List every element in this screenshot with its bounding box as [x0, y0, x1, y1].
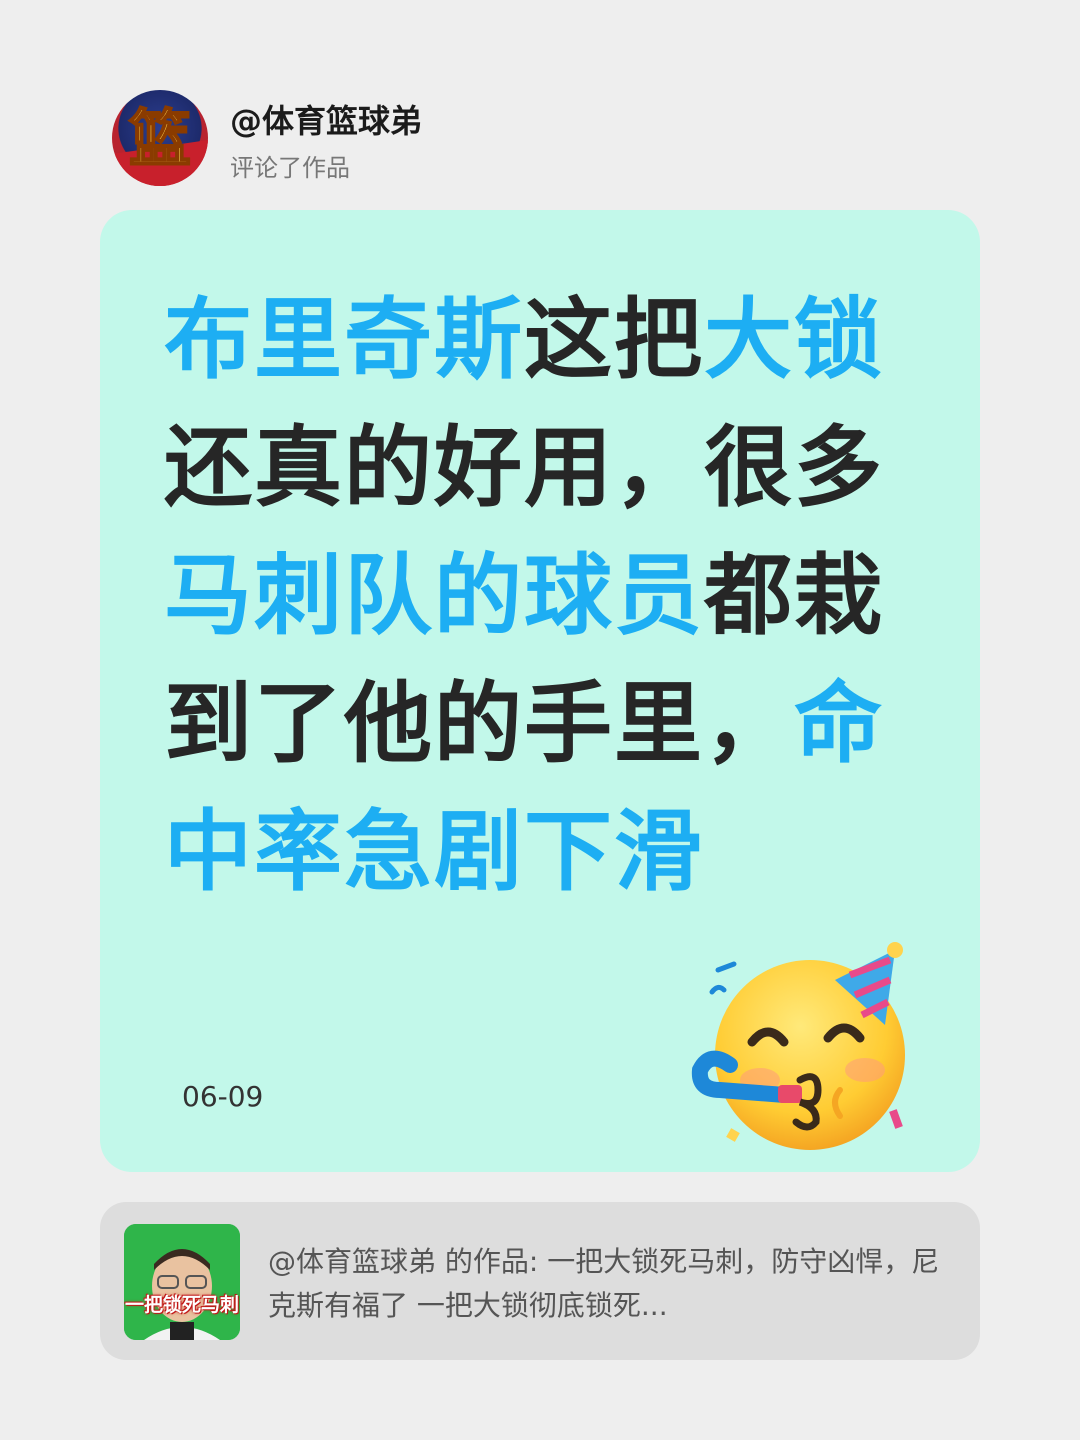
comment-segment: 还真的好用，很多: [164, 416, 885, 519]
work-thumbnail[interactable]: 一把锁死马刺: [124, 1224, 240, 1340]
author-avatar[interactable]: 篮: [112, 90, 208, 186]
comment-highlight-segment: 大锁: [704, 288, 885, 391]
party-face-icon: [691, 942, 905, 1150]
referenced-work-description[interactable]: @体育篮球弟 的作品: 一把大锁死马刺，防守凶悍，尼克斯有福了 一把大锁彻底锁死…: [268, 1240, 948, 1328]
comment-text: 布里奇斯这把大锁还真的好用，很多马刺队的球员都栽到了他的手里，命中率急剧下滑: [164, 276, 904, 916]
presenter-face-icon: [124, 1224, 240, 1340]
comment-segment: 这把: [524, 288, 705, 391]
thumbnail-caption: 一把锁死马刺: [124, 1294, 239, 1316]
author-action-text: 评论了作品: [230, 154, 350, 182]
comment-header: 篮 @体育篮球弟 评论了作品: [112, 90, 812, 186]
author-name[interactable]: @体育篮球弟: [230, 96, 422, 142]
comment-card: 布里奇斯这把大锁还真的好用，很多马刺队的球员都栽到了他的手里，命中率急剧下滑 0…: [100, 210, 980, 1172]
referenced-work-card[interactable]: 一把锁死马刺 @体育篮球弟 的作品: 一把大锁死马刺，防守凶悍，尼克斯有福了 一…: [100, 1202, 980, 1360]
comment-share-page: 篮 @体育篮球弟 评论了作品 布里奇斯这把大锁还真的好用，很多马刺队的球员都栽到…: [0, 0, 1080, 1440]
basketball-logo-icon: 篮: [112, 101, 208, 186]
comment-highlight-segment: 马刺队的球员: [164, 544, 705, 647]
comment-highlight-segment: 布里奇斯: [164, 288, 525, 391]
comment-date: 06-09: [182, 1080, 264, 1113]
avatar-glyph: 篮: [129, 102, 191, 175]
